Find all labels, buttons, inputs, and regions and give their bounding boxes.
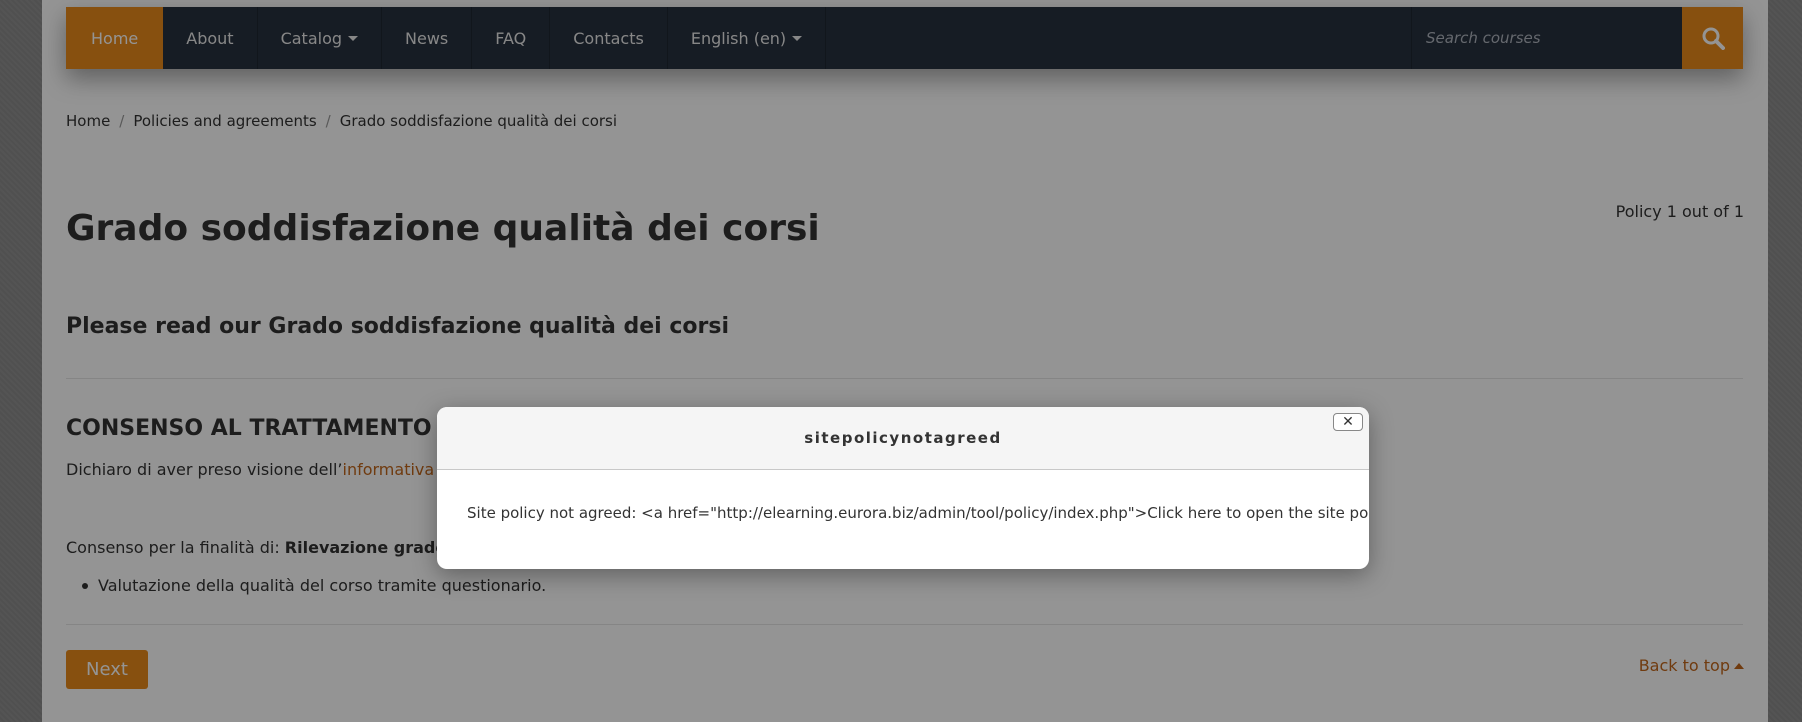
- site-policy-dialog: sitepolicynotagreed ✕ Site policy not ag…: [437, 407, 1369, 569]
- dialog-body: Site policy not agreed: <a href="http://…: [467, 504, 1369, 522]
- dialog-header: sitepolicynotagreed: [437, 407, 1369, 470]
- modal-backdrop[interactable]: [0, 0, 1802, 722]
- close-button[interactable]: ✕: [1333, 413, 1363, 431]
- close-icon: ✕: [1342, 414, 1354, 430]
- dialog-title: sitepolicynotagreed: [804, 429, 1002, 447]
